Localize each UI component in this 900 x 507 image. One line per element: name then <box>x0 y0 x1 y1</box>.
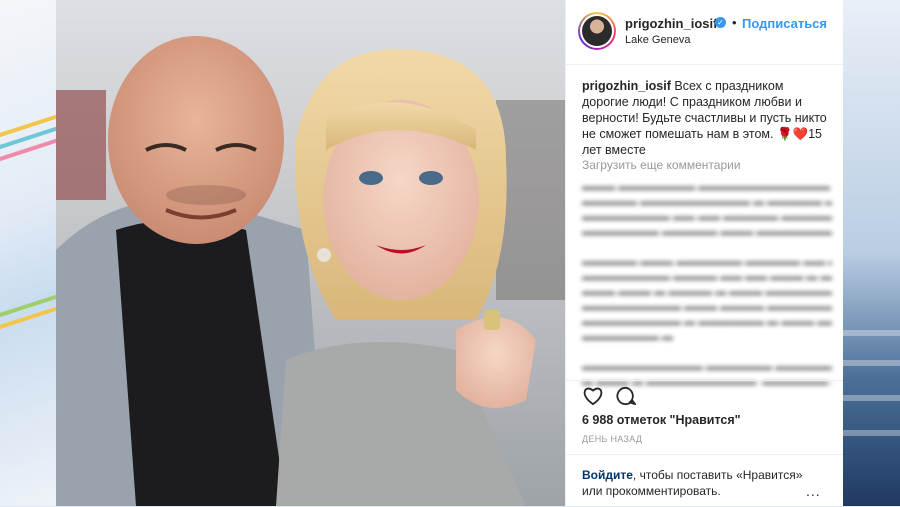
avatar-image <box>582 16 612 46</box>
post-caption: prigozhin_iosif Всех с праздником дороги… <box>582 78 832 158</box>
background-person <box>56 90 106 200</box>
caption-username[interactable]: prigozhin_iosif <box>582 79 671 93</box>
post-timestamp[interactable]: ДЕНЬ НАЗАД <box>582 434 642 444</box>
login-link[interactable]: Войдите <box>582 468 633 482</box>
earring <box>317 248 331 262</box>
couple-photo-illustration <box>56 36 565 506</box>
login-prompt: Войдите, чтобы поставить «Нравится» или … <box>566 454 843 507</box>
location-link[interactable]: Lake Geneva <box>625 34 690 46</box>
background-person <box>496 100 565 300</box>
woman-hand <box>456 317 536 408</box>
username-link[interactable]: prigozhin_iosif <box>625 16 717 31</box>
post-sidebar: prigozhin_iosif ✓ • Подписаться Lake Gen… <box>565 0 843 506</box>
blurred-comments: ▬▬▬ ▬▬▬▬▬▬▬ ▬▬▬▬▬▬▬▬▬▬▬▬ ▬▬▬ ▬▬ ▬▬▬ ▬▬▬▬▬… <box>582 181 832 388</box>
comment-bubble-icon[interactable] <box>615 386 637 411</box>
verified-badge-icon: ✓ <box>715 17 726 28</box>
ring <box>484 310 500 330</box>
login-text: Войдите, чтобы поставить «Нравится» или … <box>582 467 812 499</box>
decor-bar <box>842 360 900 366</box>
post-header: prigozhin_iosif ✓ • Подписаться Lake Gen… <box>566 0 843 65</box>
likes-count[interactable]: 6 988 отметок "Нравится" <box>582 413 741 427</box>
post-photo[interactable] <box>56 0 565 506</box>
decor-bar <box>842 395 900 401</box>
more-options-button[interactable]: ... <box>806 483 821 499</box>
post-actions <box>566 380 843 411</box>
separator-dot: • <box>732 15 737 30</box>
decor-bar <box>842 430 900 436</box>
heart-outline-icon[interactable] <box>582 386 604 411</box>
avatar[interactable] <box>578 12 616 50</box>
load-more-comments-button[interactable]: Загрузить еще комментарии <box>582 158 741 172</box>
man-face <box>108 36 284 244</box>
follow-button[interactable]: Подписаться <box>742 16 827 31</box>
left-background-strip <box>0 0 56 506</box>
right-background-strip <box>842 0 900 506</box>
decor-bar <box>842 330 900 336</box>
